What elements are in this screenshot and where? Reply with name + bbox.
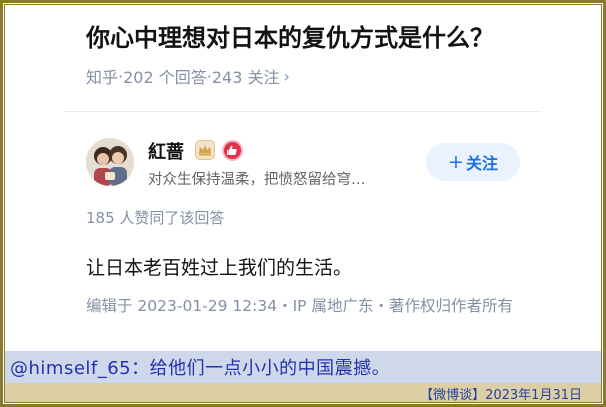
question-meta: 知乎 · 202 个回答 · 243 关注 ›	[86, 64, 290, 88]
answer-count[interactable]: 202 个回答	[123, 64, 207, 88]
follow-button[interactable]: + 关注	[426, 143, 520, 181]
edit-info: 编辑于 2023-01-29 12:34・IP 属地广东・著作权归作者所有	[86, 297, 513, 315]
platform-name: 知乎	[86, 68, 119, 87]
thumbs-up-badge-icon	[222, 140, 243, 161]
crown-badge-icon	[195, 140, 215, 160]
divider	[64, 111, 542, 112]
footer-source: 【微博谈】2023年1月31日	[420, 388, 582, 403]
footer-band: 【微博谈】2023年1月31日	[4, 383, 602, 403]
comment-banner: @himself_65：给他们一点小小的中国震撼。	[4, 351, 602, 383]
plus-icon: +	[448, 151, 464, 173]
chevron-right-icon[interactable]: ›	[283, 67, 289, 86]
follower-count[interactable]: 243 关注	[212, 64, 280, 88]
author-name[interactable]: 紅蔷	[148, 138, 184, 164]
author-bio: 对众生保持温柔，把愤怒留给穹…	[148, 172, 366, 188]
upvote-count: 185 人赞同了该回答	[86, 209, 225, 227]
answer-content: 让日本老百姓过上我们的生活。	[86, 257, 353, 279]
banner-comment: @himself_65：给他们一点小小的中国震撼。	[10, 358, 391, 379]
outer-frame	[0, 0, 606, 407]
avatar[interactable]	[86, 138, 134, 186]
question-title[interactable]: 你心中理想对日本的复仇方式是什么？	[86, 18, 546, 53]
follow-label: 关注	[465, 154, 498, 173]
avatar-image-icon	[86, 138, 134, 186]
